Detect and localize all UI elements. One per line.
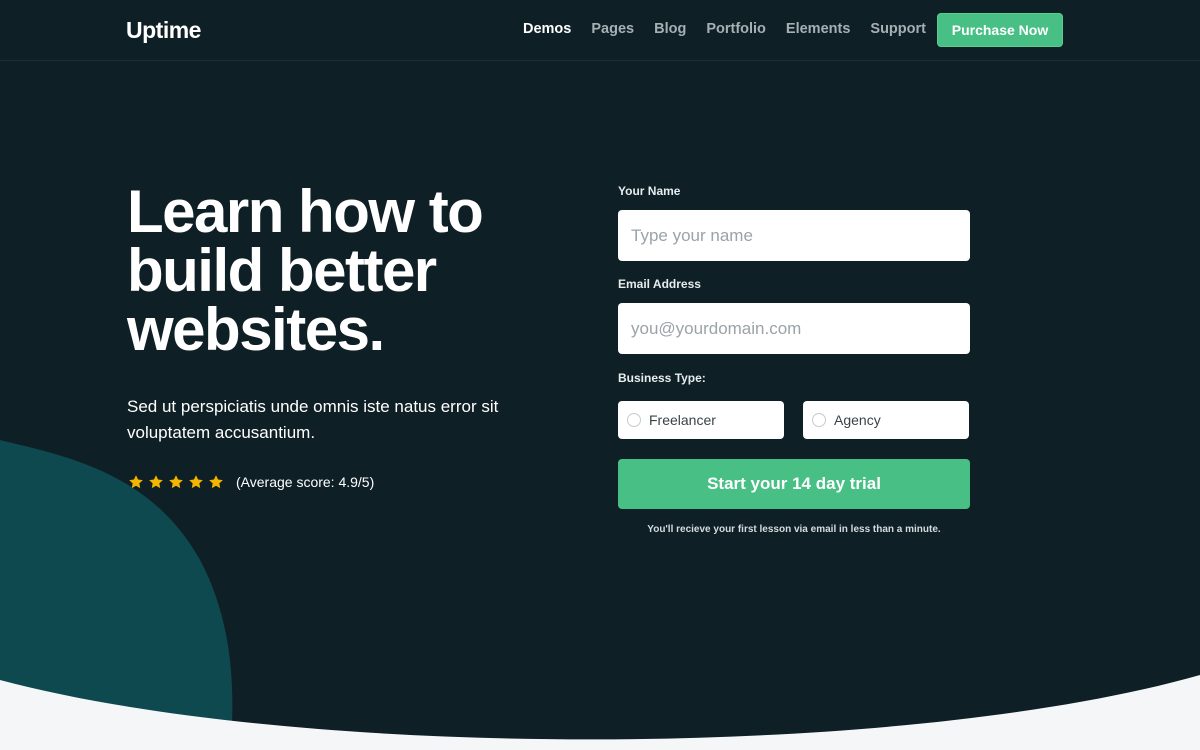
business-type-label: Business Type: (618, 371, 706, 385)
nav-link-pages[interactable]: Pages (591, 21, 634, 37)
hero-title: Learn how to build better websites. (127, 178, 484, 363)
radio-option-freelancer[interactable]: Freelancer (618, 401, 784, 439)
name-input[interactable] (618, 210, 970, 261)
form-note: You'll recieve your first lesson via ema… (647, 524, 941, 535)
signup-form: Your Name Email Address Business Type: F… (618, 184, 970, 535)
name-label: Your Name (618, 184, 681, 198)
radio-circle-icon[interactable] (627, 413, 641, 427)
rating-stars (128, 474, 224, 490)
logo[interactable]: Uptime (126, 17, 201, 44)
email-label: Email Address (618, 277, 701, 291)
nav-link-portfolio[interactable]: Portfolio (706, 21, 766, 37)
business-type-options: Freelancer Agency (618, 401, 970, 439)
radio-label-agency: Agency (834, 412, 881, 428)
rating: (Average score: 4.9/5) (128, 474, 374, 490)
radio-circle-icon[interactable] (812, 413, 826, 427)
star-icon (129, 475, 143, 489)
hero-background (0, 440, 1200, 750)
hero-subtitle: Sed ut perspiciatis unde omnis iste natu… (127, 397, 499, 442)
nav-link-elements[interactable]: Elements (786, 21, 850, 37)
radio-label-freelancer: Freelancer (649, 412, 716, 428)
purchase-now-button[interactable]: Purchase Now (937, 13, 1063, 47)
nav-link-blog[interactable]: Blog (654, 21, 686, 37)
star-icon (189, 475, 203, 489)
star-icon (169, 475, 183, 489)
star-icon (149, 475, 163, 489)
radio-option-agency[interactable]: Agency (803, 401, 969, 439)
email-input[interactable] (618, 303, 970, 354)
start-trial-button[interactable]: Start your 14 day trial (618, 459, 970, 509)
nav-link-demos[interactable]: Demos (523, 21, 571, 37)
nav-link-support[interactable]: Support (870, 21, 926, 37)
star-icon (209, 475, 223, 489)
nav-links: Demos Pages Blog Portfolio Elements Supp… (523, 21, 926, 37)
rating-score-text: (Average score: 4.9/5) (236, 474, 375, 490)
top-navbar: Uptime Demos Pages Blog Portfolio Elemen… (0, 0, 1200, 61)
